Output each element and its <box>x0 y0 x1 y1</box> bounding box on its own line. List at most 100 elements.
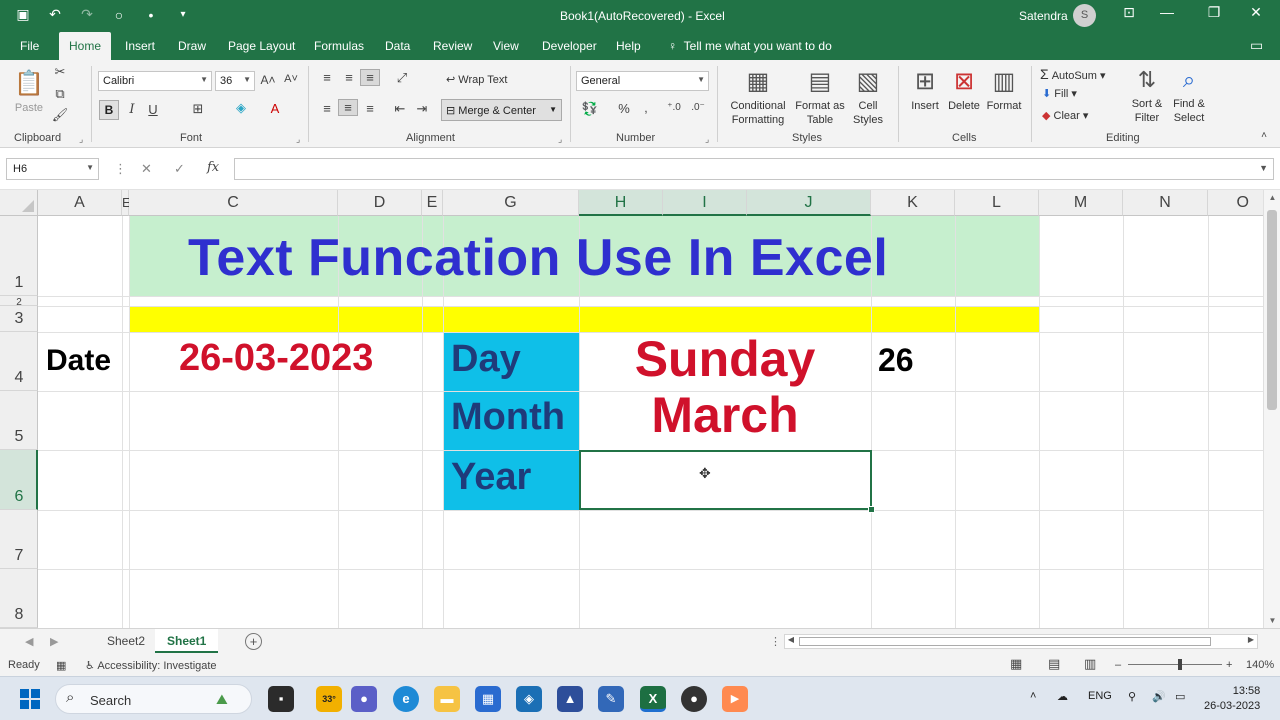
increase-decimal-icon[interactable]: ⁺.0 <box>664 102 684 113</box>
select-all-button[interactable] <box>0 190 38 216</box>
cell-styles-button[interactable]: ▧ Cell Styles <box>846 66 890 128</box>
format-as-table-button[interactable]: ▤ Format as Table <box>794 66 846 128</box>
excel-taskbar-icon[interactable]: X <box>640 686 666 712</box>
align-right-icon[interactable]: ≡ <box>360 101 380 116</box>
scroll-down-icon[interactable]: ▼ <box>1264 616 1280 625</box>
page-layout-view-icon[interactable]: ▤ <box>1048 656 1060 672</box>
increase-font-icon[interactable]: A˄ <box>258 73 278 87</box>
tab-insert[interactable]: Insert <box>125 39 155 53</box>
formula-input[interactable]: ▼ <box>234 158 1274 180</box>
tab-review[interactable]: Review <box>433 39 472 53</box>
zoom-slider-knob[interactable] <box>1178 659 1182 670</box>
task-view-icon[interactable]: ▪ <box>268 686 294 712</box>
row-header-2[interactable]: 2 <box>0 296 38 308</box>
normal-view-icon[interactable]: ▦ <box>1010 656 1022 672</box>
restore-icon[interactable]: ❐ <box>1199 4 1229 21</box>
tab-file[interactable]: File <box>20 39 39 53</box>
selected-cell-h6[interactable] <box>579 450 872 510</box>
column-header-e[interactable]: E <box>422 190 443 216</box>
more-options-icon[interactable]: ⋮ <box>770 635 781 648</box>
teams-chat-icon[interactable]: ● <box>351 686 377 712</box>
row-header-7[interactable]: 7 <box>0 510 38 569</box>
cell-h5[interactable]: March <box>579 386 871 444</box>
wrap-text-button[interactable]: ↩ Wrap Text <box>446 73 507 87</box>
fill-color-icon[interactable]: ◈ <box>231 100 251 116</box>
bold-button[interactable]: B <box>99 100 119 120</box>
column-header-j[interactable]: J <box>747 190 871 216</box>
find-select-button[interactable]: ⌕ Find & Select <box>1168 66 1210 125</box>
volume-icon[interactable]: 🔊 <box>1152 690 1166 703</box>
column-header-h[interactable]: H <box>579 190 663 216</box>
delete-cells-button[interactable]: ⊠ Delete <box>945 66 983 113</box>
row-header-1[interactable]: 1 <box>0 216 38 296</box>
column-header-o[interactable]: O <box>1208 190 1263 216</box>
next-sheet-icon[interactable]: ▶ <box>50 635 58 648</box>
row-header-3[interactable]: 3 <box>0 306 38 332</box>
store-icon[interactable]: ▦ <box>475 686 501 712</box>
app-icon-b[interactable]: ▲ <box>557 686 583 712</box>
accessibility-status[interactable]: ♿ Accessibility: Investigate <box>85 659 217 672</box>
copy-icon[interactable]: ⧉ <box>50 86 70 102</box>
add-sheet-icon[interactable]: + <box>245 633 262 650</box>
cell-g5[interactable]: Month <box>451 396 565 439</box>
file-explorer-icon[interactable]: ▬ <box>434 686 460 712</box>
zoom-in-icon[interactable]: + <box>1226 659 1232 671</box>
taskbar-clock[interactable]: 13:58 26-03-2023 <box>1204 684 1260 714</box>
column-header-m[interactable]: M <box>1039 190 1123 216</box>
yellow-band-row-3[interactable] <box>129 306 1040 332</box>
column-header-b[interactable]: E <box>122 190 131 216</box>
shape-circle-icon[interactable]: ○ <box>108 7 130 23</box>
zoom-out-icon[interactable]: – <box>1115 659 1121 671</box>
name-box[interactable]: H6 ▼ <box>6 158 99 180</box>
row-header-4[interactable]: 4 <box>0 332 38 391</box>
cell-g6[interactable]: Year <box>451 456 531 499</box>
insert-function-icon[interactable]: fx <box>207 160 219 175</box>
sheet-tab-sheet1[interactable]: Sheet1 <box>155 629 219 653</box>
clipboard-launcher-icon[interactable]: ⌟ <box>79 134 83 145</box>
scroll-left-icon[interactable]: ◀ <box>785 635 797 644</box>
insert-cells-button[interactable]: ⊞ Insert <box>906 66 944 113</box>
taskbar-search[interactable]: ⌕ Search ⛰ <box>55 684 252 714</box>
borders-icon[interactable]: ⊞ <box>188 101 208 117</box>
format-painter-icon[interactable]: 🖌 <box>50 107 70 123</box>
column-header-k[interactable]: K <box>871 190 955 216</box>
language-indicator[interactable]: ENG <box>1088 690 1112 702</box>
column-header-g[interactable]: G <box>443 190 579 216</box>
column-header-a[interactable]: A <box>38 190 122 216</box>
number-format-combo[interactable]: General ▼ <box>576 71 709 91</box>
comments-icon[interactable]: ▭ <box>1250 37 1263 54</box>
cell-h4[interactable]: Sunday <box>579 330 871 388</box>
tray-overflow-icon[interactable]: ˄ <box>1030 690 1036 702</box>
underline-button[interactable]: U <box>143 102 163 117</box>
prev-sheet-icon[interactable]: ◀ <box>25 635 33 648</box>
orientation-icon[interactable]: ⤢ <box>392 70 412 86</box>
app-icon-c[interactable]: ✎ <box>598 686 624 712</box>
horizontal-scroll-thumb[interactable] <box>799 637 1211 646</box>
number-launcher-icon[interactable]: ⌟ <box>705 134 709 145</box>
column-header-l[interactable]: L <box>955 190 1039 216</box>
alignment-launcher-icon[interactable]: ⌟ <box>558 134 562 145</box>
page-break-view-icon[interactable]: ▥ <box>1084 656 1096 672</box>
decrease-indent-icon[interactable]: ⇤ <box>390 101 410 117</box>
tell-me-search[interactable]: ♀ Tell me what you want to do <box>668 39 832 53</box>
fill-button[interactable]: ⬇ Fill ▾ <box>1042 87 1077 101</box>
app-icon-a[interactable]: ◈ <box>516 686 542 712</box>
align-left-icon[interactable]: ≡ <box>317 101 337 116</box>
network-icon[interactable]: ⚲ <box>1128 690 1136 703</box>
zoom-slider[interactable] <box>1128 664 1222 665</box>
clear-button[interactable]: ◆ Clear ▾ <box>1042 109 1088 123</box>
autosum-button[interactable]: Σ AutoSum ▾ <box>1040 65 1106 83</box>
column-header-n[interactable]: N <box>1123 190 1208 216</box>
tab-draw[interactable]: Draw <box>178 39 206 53</box>
fill-handle[interactable] <box>868 506 875 513</box>
tab-page-layout[interactable]: Page Layout <box>228 39 295 53</box>
minimize-icon[interactable]: — <box>1152 4 1182 20</box>
close-icon[interactable]: ✕ <box>1241 4 1271 21</box>
vertical-scroll-thumb[interactable] <box>1267 210 1277 410</box>
dot-icon[interactable]: • <box>140 7 162 23</box>
weather-widget[interactable]: 33° <box>316 686 342 712</box>
tab-data[interactable]: Data <box>385 39 410 53</box>
battery-icon[interactable]: ▭ <box>1175 690 1185 703</box>
worksheet-grid[interactable]: A E C D E G H I J K L M N O 1 2 3 4 5 6 … <box>0 190 1263 628</box>
merge-center-button[interactable]: ⊟ Merge & Center ▼ <box>441 99 562 121</box>
